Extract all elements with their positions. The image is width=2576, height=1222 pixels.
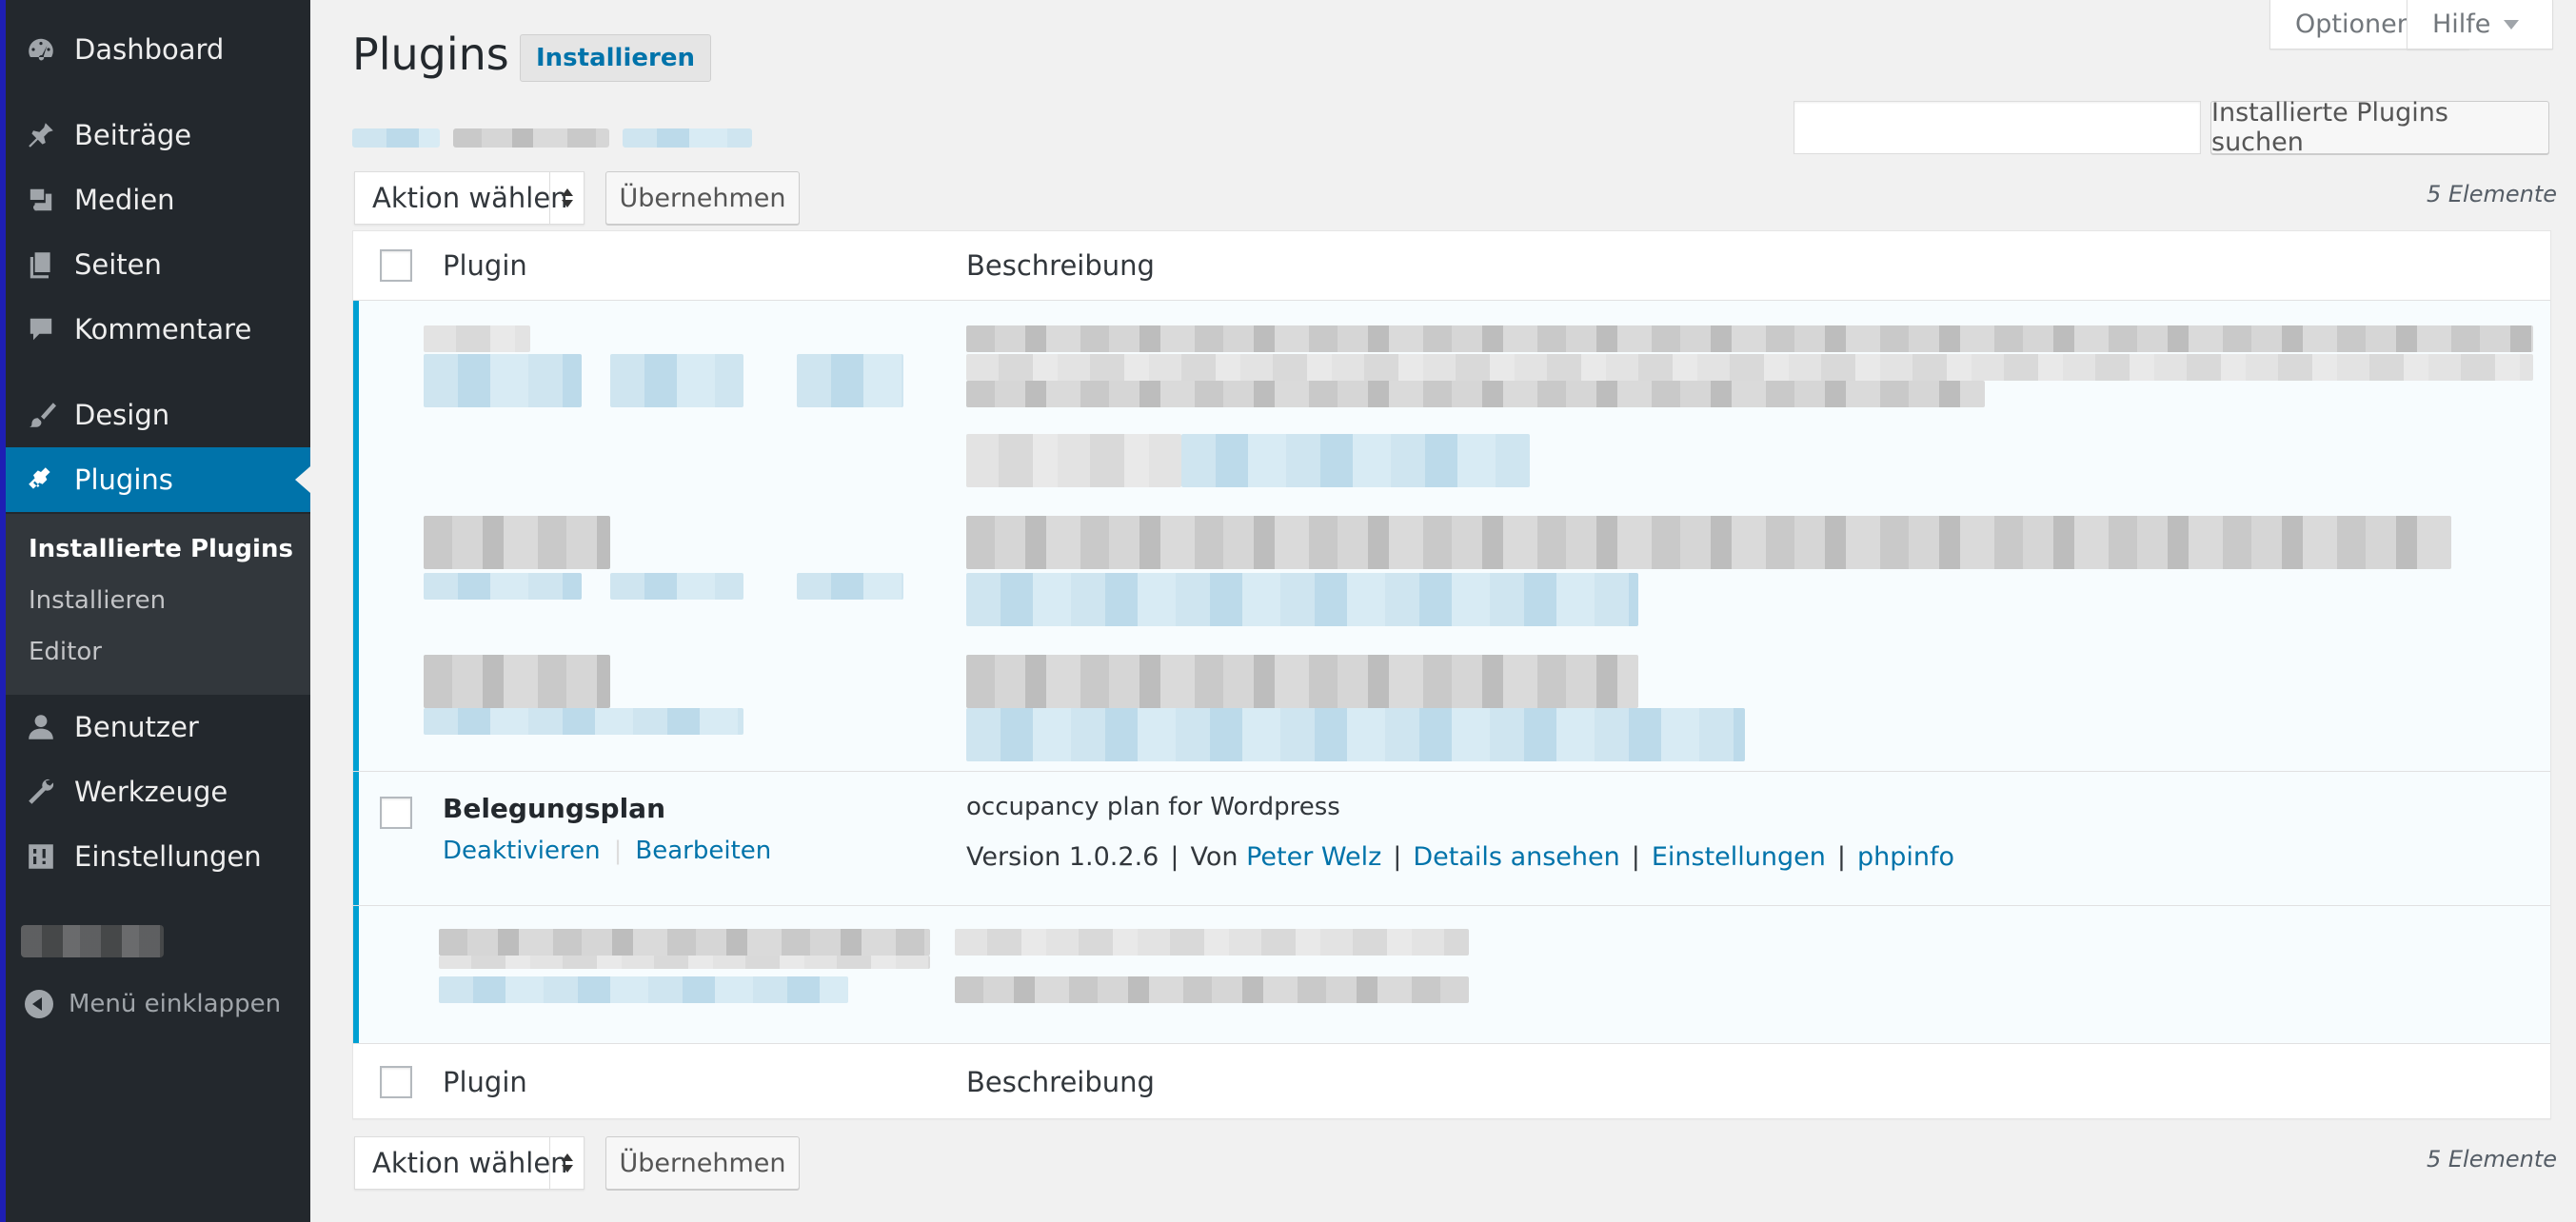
select-all-checkbox-footer[interactable]: [380, 1066, 412, 1098]
apply-button-bottom[interactable]: Übernehmen: [605, 1136, 800, 1190]
sidebar-item-label: Beiträge: [74, 119, 192, 151]
search-plugins-button[interactable]: Installierte Plugins suchen: [2210, 98, 2549, 157]
wrench-icon: [25, 776, 57, 808]
sidebar-item-label: Dashboard: [74, 33, 225, 66]
table-footer: Plugin Beschreibung: [353, 1048, 2550, 1116]
plugin-search-input[interactable]: [1793, 101, 2201, 154]
sidebar-item-label: Werkzeuge: [74, 776, 228, 808]
sidebar-item-medien[interactable]: Medien: [6, 168, 310, 232]
bulk-action-value: Aktion wählen: [372, 182, 568, 214]
pages-icon: [25, 248, 57, 281]
settings-icon: [25, 840, 57, 873]
bulk-action-value: Aktion wählen: [372, 1147, 568, 1179]
select-arrows-icon: [549, 172, 584, 224]
plugin-icon: [25, 463, 57, 496]
column-header-description[interactable]: Beschreibung: [966, 249, 1155, 282]
sidebar-item-design[interactable]: Design: [6, 383, 310, 447]
separator: |: [613, 837, 623, 865]
submenu-install[interactable]: Installieren: [29, 586, 166, 615]
sidebar-item-label: Plugins: [74, 463, 173, 496]
main-content: Plugins Installieren Optionen Hilfe Inst…: [310, 0, 2576, 1222]
plugins-table: Plugin Beschreibung Belegungsplan Deakti…: [352, 230, 2551, 1119]
add-new-plugin-button[interactable]: Installieren: [520, 34, 711, 82]
apply-button-top[interactable]: Übernehmen: [605, 171, 800, 225]
deactivate-link[interactable]: Deaktivieren: [443, 837, 601, 865]
filter-link-blurred[interactable]: [453, 128, 609, 148]
sidebar-item-werkzeuge[interactable]: Werkzeuge: [6, 759, 310, 824]
collapse-arrow-icon: [25, 990, 53, 1018]
table-header: Plugin Beschreibung: [353, 231, 2550, 300]
sidebar-item-label: Benutzer: [74, 711, 199, 743]
author-link[interactable]: Peter Welz: [1246, 842, 1381, 872]
page-title: Plugins: [352, 29, 509, 80]
sidebar-item-label: Kommentare: [74, 313, 252, 345]
sidebar-item-seiten[interactable]: Seiten: [6, 232, 310, 297]
edit-link[interactable]: Bearbeiten: [635, 837, 771, 865]
sidebar-item-label: Einstellungen: [74, 840, 262, 873]
select-arrows-icon: [549, 1137, 584, 1189]
user-icon: [25, 711, 57, 743]
plugin-name: Belegungsplan: [443, 793, 666, 824]
details-link[interactable]: Details ansehen: [1413, 842, 1619, 872]
column-header-plugin[interactable]: Plugin: [443, 249, 527, 282]
sidebar-item-einstellungen[interactable]: Einstellungen: [6, 824, 310, 889]
plugins-submenu: Installierte Plugins Installieren Editor: [6, 514, 310, 695]
paintbrush-icon: [25, 399, 57, 431]
sidebar-item-dashboard[interactable]: Dashboard: [6, 17, 310, 82]
blurred-plugin-rows: [353, 301, 2550, 771]
blurred-user-item: [21, 925, 164, 957]
media-icon: [25, 184, 57, 216]
submenu-editor[interactable]: Editor: [29, 638, 102, 666]
plugin-meta: Version 1.0.2.6 | Von Peter Welz | Detai…: [966, 842, 1955, 872]
help-label: Hilfe: [2432, 10, 2491, 39]
row-checkbox[interactable]: [380, 797, 412, 829]
column-footer-plugin[interactable]: Plugin: [443, 1066, 527, 1098]
select-all-checkbox[interactable]: [380, 249, 412, 282]
plugin-description: occupancy plan for Wordpress: [966, 793, 1340, 821]
blurred-plugin-row: [353, 906, 2550, 1043]
screen-options-label: Optionen: [2295, 10, 2413, 39]
admin-sidebar: Dashboard Beiträge Medien Seiten Komment…: [6, 0, 310, 1222]
submenu-installed-plugins[interactable]: Installierte Plugins: [29, 535, 293, 563]
dropdown-arrow-icon: [2504, 19, 2520, 30]
sidebar-item-kommentare[interactable]: Kommentare: [6, 297, 310, 362]
sidebar-item-label: Medien: [74, 184, 175, 216]
help-button[interactable]: Hilfe: [2407, 0, 2553, 49]
bulk-action-select-top[interactable]: Aktion wählen: [354, 171, 585, 225]
sidebar-item-beitraege[interactable]: Beiträge: [6, 103, 310, 168]
table-row: Belegungsplan Deaktivieren | Bearbeiten …: [353, 772, 2550, 905]
dashboard-icon: [25, 33, 57, 66]
filter-link-blurred[interactable]: [623, 128, 752, 148]
collapse-label: Menü einklappen: [69, 990, 282, 1018]
plugin-status-filters: [352, 126, 800, 150]
bulk-action-select-bottom[interactable]: Aktion wählen: [354, 1136, 585, 1190]
plugin-version: Version 1.0.2.6: [966, 842, 1159, 872]
column-footer-description[interactable]: Beschreibung: [966, 1066, 1155, 1098]
phpinfo-link[interactable]: phpinfo: [1857, 842, 1954, 872]
sidebar-item-label: Seiten: [74, 248, 162, 281]
comment-icon: [25, 313, 57, 345]
pin-icon: [25, 119, 57, 151]
collapse-menu-button[interactable]: Menü einklappen: [25, 990, 281, 1018]
item-count-bottom: 5 Elemente: [2426, 1146, 2557, 1173]
by-label: Von: [1190, 842, 1238, 872]
sidebar-item-plugins[interactable]: Plugins: [6, 447, 310, 512]
sidebar-item-label: Design: [74, 399, 170, 431]
row-actions: Deaktivieren | Bearbeiten: [443, 837, 771, 865]
item-count-top: 5 Elemente: [2426, 181, 2557, 207]
settings-link[interactable]: Einstellungen: [1652, 842, 1826, 872]
filter-link-blurred[interactable]: [352, 128, 440, 148]
sidebar-item-benutzer[interactable]: Benutzer: [6, 695, 310, 759]
